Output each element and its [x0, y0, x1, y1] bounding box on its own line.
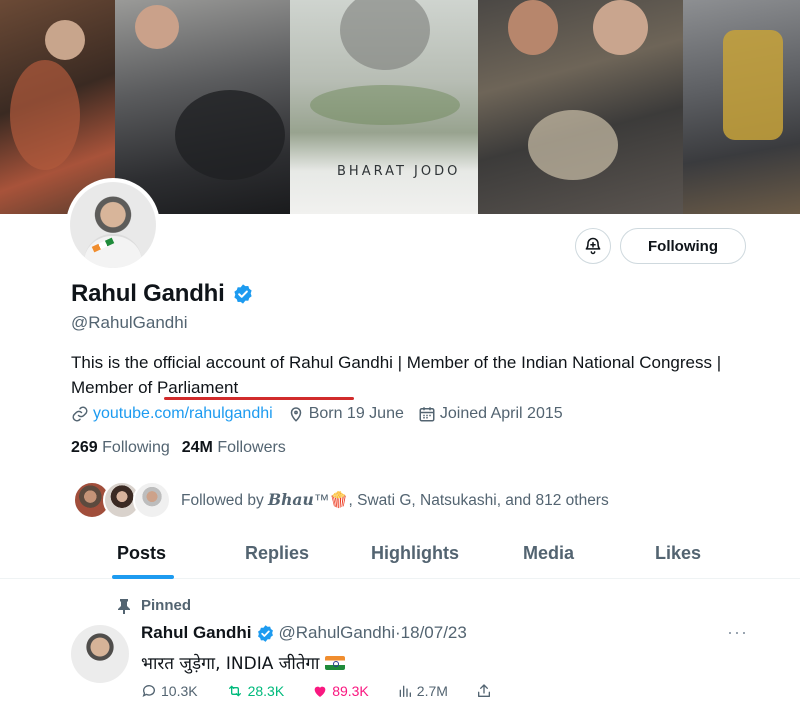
tweet-date[interactable]: 18/07/23: [401, 623, 467, 643]
followed-by-styled-name: 𝑩𝒉𝒂𝒖: [268, 490, 314, 509]
profile-joined: Joined April 2015: [418, 405, 563, 423]
like-button[interactable]: 89.3K: [312, 683, 369, 699]
verified-badge-icon[interactable]: [232, 283, 254, 305]
avatar-image: [70, 182, 156, 268]
followed-by-rest: , Swati G, Natsukashi, and 812 others: [348, 492, 609, 509]
profile-meta: youtube.com/rahulgandhi Born 19 June Joi…: [71, 405, 577, 423]
followers-label: Followers: [217, 439, 286, 456]
banner-photo-5: [683, 0, 800, 214]
profile-tabs: Posts Replies Highlights Media Likes: [0, 535, 800, 579]
share-button[interactable]: [476, 683, 496, 699]
reply-button[interactable]: 10.3K: [141, 683, 198, 699]
share-icon: [477, 684, 490, 697]
retweet-icon: [228, 685, 241, 697]
tweet-text-content: भारत जुड़ेगा, INDIA जीतेगा: [141, 654, 320, 674]
views-button[interactable]: 2.7M: [397, 683, 448, 699]
tab-highlights[interactable]: Highlights: [371, 543, 459, 564]
profile-website[interactable]: youtube.com/rahulgandhi: [71, 405, 273, 423]
reply-icon: [142, 685, 155, 697]
banner-caption: BHARAT JODO: [337, 164, 461, 179]
reply-count: 10.3K: [161, 683, 198, 699]
banner-photo-3: [290, 0, 478, 214]
following-count: 269: [71, 439, 98, 456]
profile-avatar[interactable]: [66, 178, 160, 272]
follow-counts: 269 Following 24M Followers: [71, 439, 298, 457]
profile-name: Rahul Gandhi: [71, 280, 225, 307]
tab-replies[interactable]: Replies: [245, 543, 309, 564]
notification-bell-icon: [585, 237, 601, 255]
profile-birthday: Born 19 June: [287, 405, 404, 423]
calendar-icon: [419, 407, 435, 422]
born-date: Born 19 June: [308, 405, 404, 422]
retweet-button[interactable]: 28.3K: [226, 683, 285, 699]
followed-by-prefix: Followed by: [181, 492, 264, 509]
tweet-text: भारत जुड़ेगा, INDIA जीतेगा: [141, 651, 346, 674]
banner-photo-4: [478, 0, 683, 214]
tab-media[interactable]: Media: [523, 543, 574, 564]
profile-bio: This is the official account of Rahul Ga…: [71, 353, 722, 397]
pin-icon: [118, 598, 130, 614]
followed-by-text[interactable]: Followed by 𝑩𝒉𝒂𝒖™🍿, Swati G, Natsukashi,…: [181, 490, 609, 510]
active-tab-indicator: [112, 575, 174, 579]
views-count: 2.7M: [416, 683, 448, 699]
following-count-link[interactable]: 269 Following: [71, 439, 170, 457]
joined-date: Joined April 2015: [439, 405, 563, 422]
followed-by-tm: ™🍿: [313, 492, 349, 509]
notification-bell-button[interactable]: [575, 228, 611, 264]
tab-posts[interactable]: Posts: [117, 543, 166, 564]
verified-badge-icon[interactable]: [256, 624, 275, 643]
followers-count: 24M: [181, 439, 213, 456]
followers-count-link[interactable]: 24M Followers: [182, 439, 286, 457]
profile-handle: @RahulGandhi: [71, 313, 188, 332]
india-flag-icon: [325, 655, 346, 670]
following-label: Following: [102, 439, 170, 456]
annotation-underline: [164, 397, 354, 400]
website-link[interactable]: youtube.com/rahulgandhi: [93, 405, 273, 423]
tweet-author-handle[interactable]: @RahulGandhi: [279, 623, 396, 643]
following-button[interactable]: Following: [620, 228, 746, 264]
location-pin-icon: [290, 407, 301, 422]
tab-likes[interactable]: Likes: [655, 543, 701, 564]
avatar: [133, 481, 171, 519]
profile-name-row: Rahul Gandhi: [71, 280, 254, 308]
tweet-header: Rahul Gandhi @RahulGandhi · 18/07/23: [141, 623, 467, 643]
tweet-actions: 10.3K 28.3K 89.3K 2.7M: [141, 683, 524, 699]
views-icon: [399, 685, 411, 697]
pinned-label: Pinned: [141, 597, 192, 614]
tweet-author-avatar[interactable]: [71, 625, 129, 683]
heart-icon: [314, 686, 326, 697]
like-count: 89.3K: [332, 683, 369, 699]
more-icon[interactable]: ···: [727, 622, 748, 643]
link-icon: [72, 406, 88, 422]
banner-photo-2: [115, 0, 290, 214]
retweet-count: 28.3K: [247, 683, 285, 699]
tweet-author-name[interactable]: Rahul Gandhi: [141, 623, 252, 643]
pinned-indicator: Pinned: [117, 597, 191, 614]
followed-by-avatars[interactable]: [73, 481, 173, 521]
